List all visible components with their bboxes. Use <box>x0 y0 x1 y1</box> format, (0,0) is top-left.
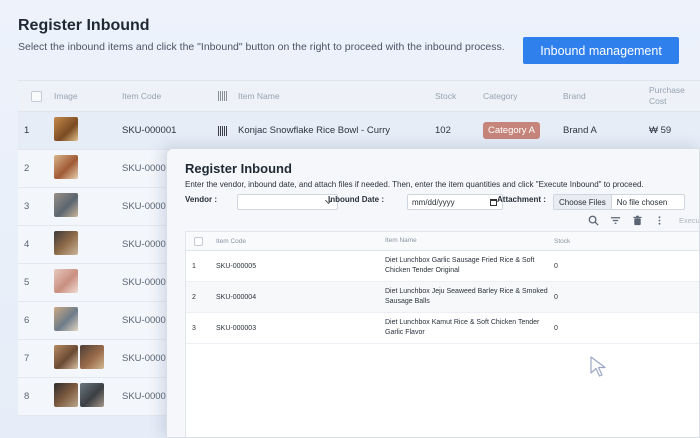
item-stock: 0 <box>554 262 558 270</box>
item-name: Diet Lunchbox Jeju Seaweed Barley Rice &… <box>385 288 548 305</box>
page-title: Register Inbound <box>18 17 150 34</box>
filter-icon[interactable] <box>609 214 621 226</box>
col-item-name[interactable]: Item Name <box>238 91 435 101</box>
row-number: 7 <box>24 353 30 364</box>
col-category[interactable]: Category <box>483 91 563 101</box>
date-placeholder: mm/dd/yyyy <box>412 198 455 207</box>
item-stock: 0 <box>554 293 558 301</box>
choose-files-button[interactable]: Choose Files <box>554 195 612 209</box>
item-name: Diet Lunchbox Kamut Rice & Soft Chicken … <box>385 319 540 336</box>
row-number: 8 <box>24 391 30 402</box>
row-number: 5 <box>24 277 30 288</box>
barcode-icon[interactable] <box>218 125 227 136</box>
row-number: 4 <box>24 239 30 250</box>
attachment-file-input[interactable]: Choose Files No file chosen <box>553 194 685 210</box>
item-brand: Brand A <box>563 125 597 136</box>
col-item-name: Item Name <box>385 237 417 244</box>
col-brand[interactable]: Brand <box>563 91 649 101</box>
item-name: Konjac Snowflake Rice Bowl - Curry <box>238 125 391 136</box>
inbound-date-label: Inbound Date : <box>328 195 384 204</box>
table-header: Image Item Code Item Name Stock Category… <box>18 81 700 112</box>
col-purchase-cost[interactable]: Purchase Cost <box>649 85 700 107</box>
inbound-quantity-table: Item Code Item Name Stock 1 SKU-000005 D… <box>185 231 699 437</box>
table-row[interactable]: 2 SKU-000004 Diet Lunchbox Jeju Seaweed … <box>186 282 699 313</box>
modal-table-header: Item Code Item Name Stock <box>186 232 699 251</box>
mouse-cursor-icon <box>590 356 606 377</box>
attachment-label: Attachment : <box>497 195 546 204</box>
vendor-label: Vendor : <box>185 195 218 204</box>
file-status: No file chosen <box>616 197 668 207</box>
row-number: 2 <box>24 163 30 174</box>
modal-title: Register Inbound <box>185 161 292 176</box>
more-vertical-icon[interactable] <box>653 214 665 226</box>
row-number: 6 <box>24 315 30 326</box>
row-number: 2 <box>192 293 196 301</box>
product-image <box>54 193 78 217</box>
col-item-code[interactable]: Item Code <box>122 91 218 101</box>
table-row[interactable]: 3 SKU-000003 Diet Lunchbox Kamut Rice & … <box>186 313 699 344</box>
product-image <box>54 155 78 179</box>
search-icon[interactable] <box>587 214 599 226</box>
product-image <box>80 383 104 407</box>
row-number: 1 <box>24 125 30 136</box>
item-stock: 102 <box>435 125 451 136</box>
row-number: 1 <box>192 262 196 270</box>
table-row[interactable]: 1 SKU-000001 Konjac Snowflake Rice Bowl … <box>18 112 700 150</box>
item-code: SKU-000003 <box>216 324 257 332</box>
col-image[interactable]: Image <box>54 91 122 101</box>
modal-description: Enter the vendor, inbound date, and atta… <box>185 180 644 189</box>
purchase-cost: ₩ 59 <box>649 125 672 136</box>
product-image <box>54 383 78 407</box>
inbound-form: Vendor : Inbound Date : mm/dd/yyyy Attac… <box>185 194 699 210</box>
modal-toolbar: Execu <box>587 213 699 227</box>
vendor-select[interactable] <box>237 194 338 210</box>
item-name: Diet Lunchbox Garlic Sausage Fried Rice … <box>385 257 535 274</box>
trash-icon[interactable] <box>631 214 643 226</box>
calendar-icon[interactable] <box>490 199 497 206</box>
barcode-icon <box>218 91 227 101</box>
row-number: 3 <box>192 324 196 332</box>
product-image <box>54 117 78 141</box>
item-code: SKU-000004 <box>216 293 257 301</box>
row-number: 3 <box>24 201 30 212</box>
select-all-checkbox[interactable] <box>30 90 42 102</box>
item-stock: 0 <box>554 324 558 332</box>
col-item-code: Item Code <box>216 237 246 245</box>
product-image <box>54 345 78 369</box>
inbound-management-button[interactable]: Inbound management <box>523 37 679 64</box>
inbound-date-input[interactable]: mm/dd/yyyy <box>407 194 503 210</box>
execute-inbound-button[interactable]: Execu <box>679 216 699 225</box>
category-badge: Category A <box>483 122 540 139</box>
register-inbound-modal: Register Inbound Enter the vendor, inbou… <box>166 148 700 438</box>
product-image <box>80 345 104 369</box>
table-row[interactable]: 1 SKU-000005 Diet Lunchbox Garlic Sausag… <box>186 251 699 282</box>
product-image <box>54 269 78 293</box>
product-image <box>54 307 78 331</box>
col-stock: Stock <box>554 237 571 245</box>
item-code: SKU-000005 <box>216 262 257 270</box>
select-all-checkbox[interactable] <box>194 236 203 246</box>
col-stock[interactable]: Stock <box>435 91 483 101</box>
item-code: SKU-000001 <box>122 125 177 136</box>
page-description: Select the inbound items and click the "… <box>18 41 505 53</box>
product-image <box>54 231 78 255</box>
